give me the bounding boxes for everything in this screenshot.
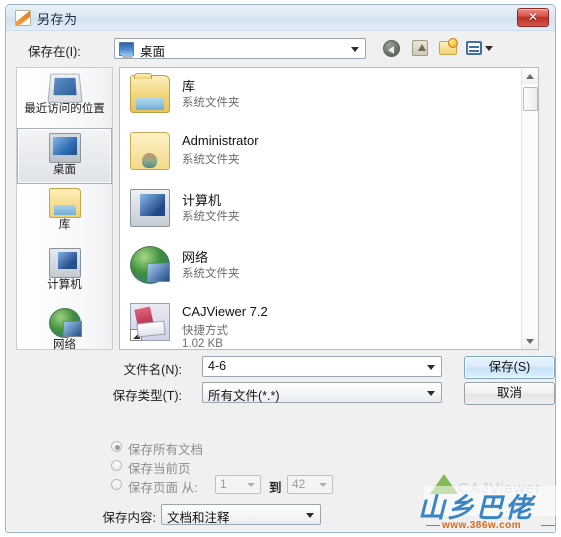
file-size: 1.02 KB — [182, 338, 223, 350]
radio-label: 保存当前页 — [128, 462, 191, 476]
file-name: 网络 — [182, 250, 209, 265]
page-to-value: 42 — [292, 477, 306, 491]
file-type: 系统文件夹 — [182, 268, 240, 280]
chevron-down-icon[interactable] — [427, 365, 435, 370]
sidebar-item-label: 最近访问的位置 — [24, 103, 105, 115]
recent-places-icon — [46, 73, 83, 104]
file-type: 系统文件夹 — [182, 211, 240, 223]
file-list[interactable]: 库 系统文件夹 Administrator 系统文件夹 计算机 系统文件夹 网络 — [119, 67, 539, 350]
desktop-icon — [48, 133, 81, 163]
scrollbar-thumb[interactable] — [523, 87, 538, 111]
scroll-up-button[interactable] — [522, 68, 538, 84]
file-name: CAJViewer 7.2 — [182, 304, 268, 319]
radio-label: 保存页面 从: — [128, 481, 198, 495]
cajviewer-shortcut-icon — [130, 303, 170, 341]
chevron-down-icon[interactable] — [351, 47, 359, 52]
list-item[interactable]: 库 系统文件夹 — [120, 68, 521, 125]
file-type-label: 保存类型(T): — [112, 389, 182, 403]
sidebar-item-label: 桌面 — [53, 164, 76, 176]
close-icon: ✕ — [527, 10, 539, 24]
screenshot-root: 另存为 ✕ 保存在(I): 桌面 最近访问的位置 桌面 库 计算机 网络 库 系… — [0, 0, 561, 537]
page-from-stepper[interactable]: 1 — [215, 475, 261, 494]
computer-icon — [48, 248, 81, 278]
sidebar-item-network[interactable]: 网络 — [17, 308, 112, 364]
cancel-button[interactable]: 取消 — [464, 382, 555, 405]
libraries-icon — [48, 188, 81, 218]
page-range-to-label: 到 — [269, 481, 282, 495]
shortcut-overlay-icon — [130, 329, 142, 341]
views-grid-icon — [466, 41, 482, 55]
chevron-down-icon[interactable] — [247, 483, 255, 487]
desktop-monitor-icon — [119, 42, 134, 58]
computer-icon — [130, 189, 170, 227]
new-folder-button[interactable] — [437, 37, 460, 59]
window-title: 另存为 — [37, 12, 78, 27]
chevron-down-icon[interactable] — [485, 46, 493, 51]
radio-indicator — [111, 460, 122, 471]
save-in-row: 保存在(I): 桌面 — [6, 32, 555, 66]
save-content-value: 文档和注释 — [167, 511, 230, 525]
page-from-value: 1 — [220, 477, 227, 491]
list-item[interactable]: 网络 系统文件夹 — [120, 239, 521, 296]
save-button[interactable]: 保存(S) — [464, 356, 555, 379]
sidebar-item-computer[interactable]: 计算机 — [17, 248, 112, 304]
network-icon — [130, 246, 170, 284]
file-name: 库 — [182, 79, 196, 94]
library-folder-icon — [130, 73, 170, 113]
sidebar-item-label: 网络 — [53, 339, 76, 351]
file-list-scrollbar[interactable] — [521, 68, 538, 349]
file-name-input[interactable]: 4-6 — [202, 356, 442, 377]
file-type-value: 所有文件(*.*) — [208, 389, 280, 403]
save-as-dialog: 另存为 ✕ 保存在(I): 桌面 最近访问的位置 桌面 库 计算机 网络 库 系… — [5, 4, 556, 533]
up-folder-arrow-icon — [412, 40, 428, 56]
network-icon — [48, 308, 82, 338]
user-folder-icon — [130, 132, 170, 170]
file-name-label: 文件名(N): — [123, 363, 182, 377]
radio-indicator — [111, 479, 122, 490]
file-type: 快捷方式 — [182, 325, 228, 337]
back-button[interactable] — [381, 37, 404, 59]
file-type: 系统文件夹 — [182, 154, 240, 166]
chevron-up-icon — [526, 74, 534, 79]
sidebar-item-desktop[interactable]: 桌面 — [17, 128, 112, 184]
file-type: 系统文件夹 — [182, 97, 240, 109]
chevron-down-icon[interactable] — [319, 483, 327, 487]
page-to-stepper[interactable]: 42 — [287, 475, 333, 494]
chevron-down-icon — [526, 339, 534, 344]
list-item[interactable]: CAJViewer 7.2 快捷方式 1.02 KB — [120, 296, 521, 350]
save-in-label: 保存在(I): — [28, 45, 81, 59]
list-item[interactable]: Administrator 系统文件夹 — [120, 125, 521, 182]
chevron-down-icon[interactable] — [427, 391, 435, 396]
list-item[interactable]: 计算机 系统文件夹 — [120, 182, 521, 239]
views-button[interactable] — [465, 37, 493, 59]
file-list-items: 库 系统文件夹 Administrator 系统文件夹 计算机 系统文件夹 网络 — [120, 68, 521, 349]
new-folder-icon — [439, 38, 458, 55]
chevron-down-icon[interactable] — [306, 513, 314, 518]
file-name: Administrator — [182, 133, 259, 148]
path-combobox[interactable]: 桌面 — [114, 38, 366, 59]
file-name: 计算机 — [182, 193, 222, 208]
save-as-document-icon — [15, 10, 31, 26]
back-arrow-icon — [383, 40, 400, 57]
save-content-label: 保存内容: — [102, 511, 156, 525]
save-content-select[interactable]: 文档和注释 — [161, 504, 321, 525]
sidebar-item-recent[interactable]: 最近访问的位置 — [17, 72, 112, 128]
title-bar: 另存为 ✕ — [6, 5, 555, 31]
file-name-value: 4-6 — [208, 359, 227, 373]
radio-indicator — [111, 441, 122, 452]
scroll-down-button[interactable] — [522, 333, 538, 349]
close-button[interactable]: ✕ — [517, 8, 549, 27]
sidebar-item-libraries[interactable]: 库 — [17, 188, 112, 244]
sidebar-item-label: 库 — [58, 219, 71, 231]
path-combobox-value: 桌面 — [140, 45, 166, 59]
places-sidebar: 最近访问的位置 桌面 库 计算机 网络 — [16, 67, 113, 351]
file-type-select[interactable]: 所有文件(*.*) — [202, 382, 442, 403]
radio-label: 保存所有文档 — [128, 443, 204, 457]
up-one-level-button[interactable] — [409, 37, 432, 59]
sidebar-item-label: 计算机 — [47, 279, 82, 291]
